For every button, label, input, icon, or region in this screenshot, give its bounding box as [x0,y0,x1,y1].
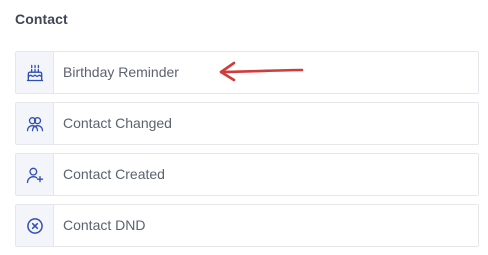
trigger-item-contact-changed[interactable]: Contact Changed [15,102,479,145]
birthday-cake-icon [16,52,54,93]
trigger-item-label: Contact Created [63,166,165,182]
trigger-item-label: Birthday Reminder [63,64,179,80]
users-icon [16,103,54,144]
annotation-arrow-icon [219,61,304,82]
trigger-item-label: Contact Changed [63,115,172,131]
trigger-item-contact-created[interactable]: Contact Created [15,153,479,196]
dnd-circle-x-icon [16,205,54,246]
contact-section-title: Contact [15,11,68,27]
user-plus-icon [16,154,54,195]
trigger-item-label: Contact DND [63,217,146,233]
trigger-item-contact-dnd[interactable]: Contact DND [15,204,479,247]
